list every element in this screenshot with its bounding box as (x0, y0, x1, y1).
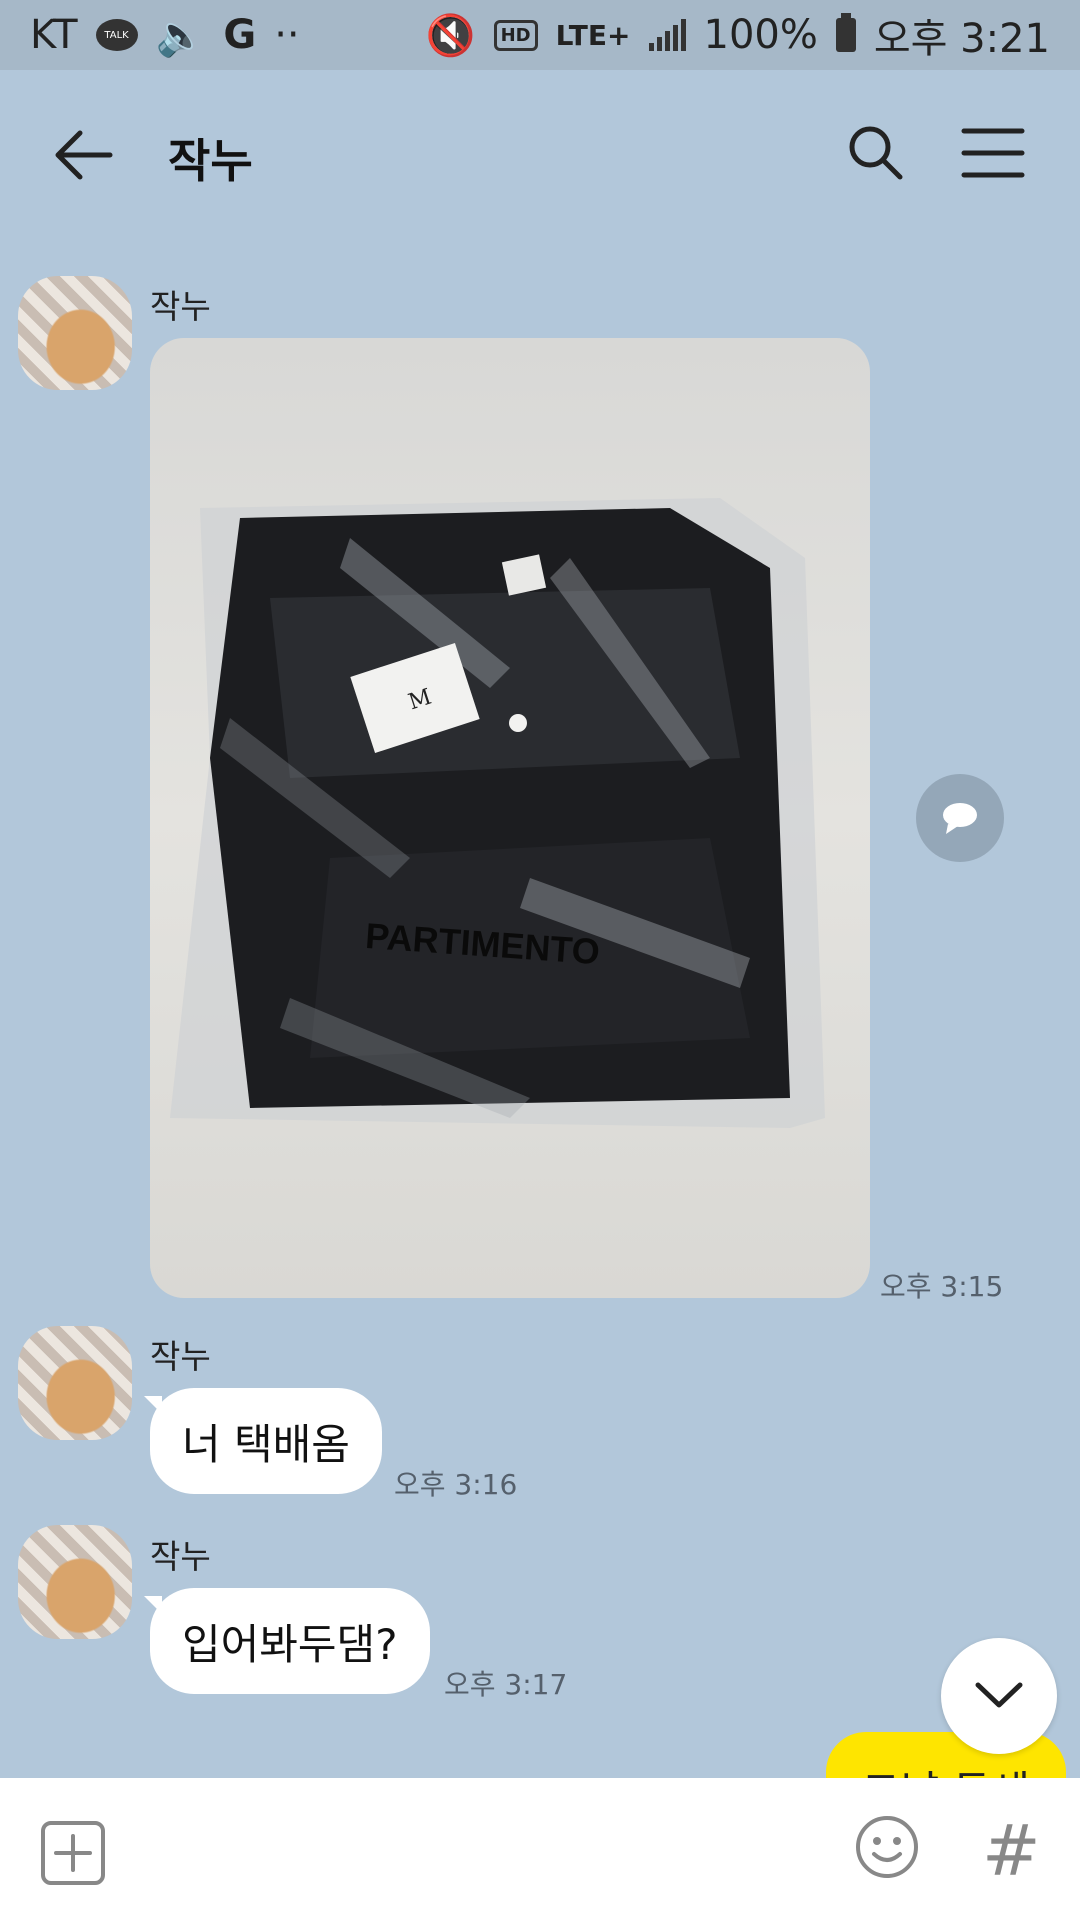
status-bar: KT TALK 🔈 G ·· 🔇 HD LTE+ 100% 오후 3:21 (0, 0, 1080, 70)
plus-square-icon[interactable] (40, 1820, 106, 1886)
carrier-label: KT (30, 12, 78, 58)
sender-avatar[interactable] (18, 1525, 132, 1639)
text-message[interactable]: 너 택배옴 (144, 1388, 382, 1494)
image-message[interactable]: M PARTIMENTO (150, 338, 870, 1298)
lte-indicator: LTE+ (555, 18, 631, 52)
hash-icon[interactable]: # (982, 1810, 1041, 1892)
chat-title: 작누 (168, 134, 253, 188)
sender-name: 작누 (150, 1337, 211, 1376)
hd-voice-icon: HD (493, 19, 538, 51)
signal-icon (648, 19, 686, 51)
more-notifications-icon: ·· (274, 12, 300, 58)
message-time: 오후 3:16 (394, 1468, 518, 1501)
sender-name: 작누 (150, 1537, 211, 1576)
battery-percent: 100% (703, 12, 818, 58)
sender-avatar[interactable] (18, 276, 132, 390)
scroll-to-bottom-button[interactable] (941, 1638, 1057, 1754)
chevron-down-icon (975, 1682, 1023, 1708)
chat-header: 작누 (0, 70, 1080, 240)
search-icon[interactable] (845, 122, 905, 182)
message-time: 오후 3:15 (880, 1270, 1004, 1303)
share-button[interactable] (916, 774, 1004, 862)
speaker-icon: 🔈 (155, 12, 206, 59)
package-photo: M PARTIMENTO (170, 498, 825, 1128)
emoji-icon[interactable] (854, 1814, 920, 1880)
talk-notification-icon: TALK (95, 19, 138, 51)
sender-name: 작누 (150, 287, 211, 326)
sender-avatar[interactable] (18, 1326, 132, 1440)
hamburger-menu-icon[interactable] (960, 125, 1026, 181)
back-arrow-icon[interactable] (50, 125, 120, 185)
share-bubble-icon (943, 803, 977, 834)
google-icon: G (223, 12, 257, 58)
battery-icon (835, 13, 856, 52)
text-message[interactable]: 입어봐두댐? (144, 1588, 430, 1694)
status-time: 오후 3:21 (873, 16, 1050, 62)
message-time: 오후 3:17 (444, 1668, 568, 1701)
mute-icon: 🔇 (425, 12, 476, 59)
